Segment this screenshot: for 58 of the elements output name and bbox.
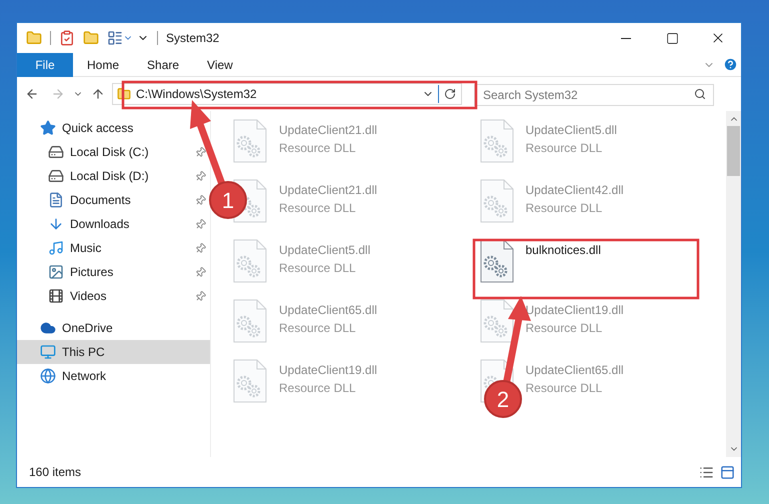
document-icon [48, 192, 64, 208]
gear-file-icon [233, 299, 267, 343]
search-field[interactable]: Search System32 [474, 84, 714, 106]
refresh-icon[interactable] [444, 88, 456, 100]
globe-icon [40, 368, 56, 384]
ribbon-tab[interactable]: Home [73, 52, 134, 76]
sidebar-item[interactable]: Local Disk (D:) [17, 164, 210, 188]
sidebar-item[interactable]: Local Disk (C:) [17, 140, 210, 164]
sidebar-item[interactable]: Videos [17, 284, 210, 308]
file-type: Resource DLL [526, 140, 604, 157]
sidebar-item[interactable]: OneDrive [17, 316, 210, 340]
file-type: Resource DLL [279, 380, 357, 397]
drive-icon [48, 144, 64, 160]
scroll-thumb[interactable] [727, 126, 740, 176]
window-title: System32 [166, 30, 220, 47]
back-arrow-icon[interactable] [25, 87, 39, 101]
gear-file-icon [480, 239, 514, 283]
sidebar-item[interactable]: Downloads [17, 212, 210, 236]
sidebar-item[interactable]: Quick access [17, 116, 210, 140]
file-type: Resource DLL [526, 200, 604, 217]
search-icon [694, 88, 706, 100]
cloud-icon [40, 320, 56, 336]
sidebar-item[interactable]: Pictures [17, 260, 210, 284]
sidebar-item[interactable]: Network [17, 364, 210, 388]
ribbon-tab[interactable]: File [17, 52, 73, 76]
gear-file-icon [233, 239, 267, 283]
picture-icon [48, 264, 64, 280]
star-icon [40, 120, 56, 136]
details-view-icon[interactable] [699, 464, 714, 480]
ribbon-tab[interactable]: Share [133, 52, 194, 76]
music-note-icon [48, 240, 64, 256]
file-type: Resource DLL [279, 320, 357, 337]
file-type: Resource DLL [279, 260, 357, 277]
gear-file-icon [480, 119, 514, 163]
film-icon [48, 288, 64, 304]
sidebar-item[interactable]: This PC [17, 340, 210, 364]
sidebar-item[interactable]: Music [17, 236, 210, 260]
scrollbar[interactable] [726, 111, 741, 457]
file-type: Resource DLL [279, 140, 357, 157]
item-count: 160 items [29, 464, 82, 481]
file-type: Resource DLL [526, 380, 604, 397]
file-type: Resource DLL [526, 320, 604, 337]
gear-file-icon [480, 179, 514, 223]
address-field[interactable]: C:\Windows\System32 [112, 83, 462, 105]
file-type: Resource DLL [279, 200, 357, 217]
sidebar-item[interactable]: Documents [17, 188, 210, 212]
file-name[interactable]: bulknotices.dll [526, 241, 601, 259]
gear-file-icon [480, 299, 514, 343]
large-icons-view-icon[interactable] [720, 464, 735, 480]
gear-file-icon [233, 359, 267, 403]
drive-icon [48, 168, 64, 184]
view-list-icon[interactable] [107, 30, 123, 46]
ribbon-tab[interactable]: View [193, 52, 247, 76]
gear-file-icon [233, 119, 267, 163]
help-icon[interactable] [723, 57, 738, 72]
monitor-icon [40, 344, 56, 360]
maximize-icon [666, 32, 678, 44]
properties-icon[interactable] [59, 30, 75, 46]
